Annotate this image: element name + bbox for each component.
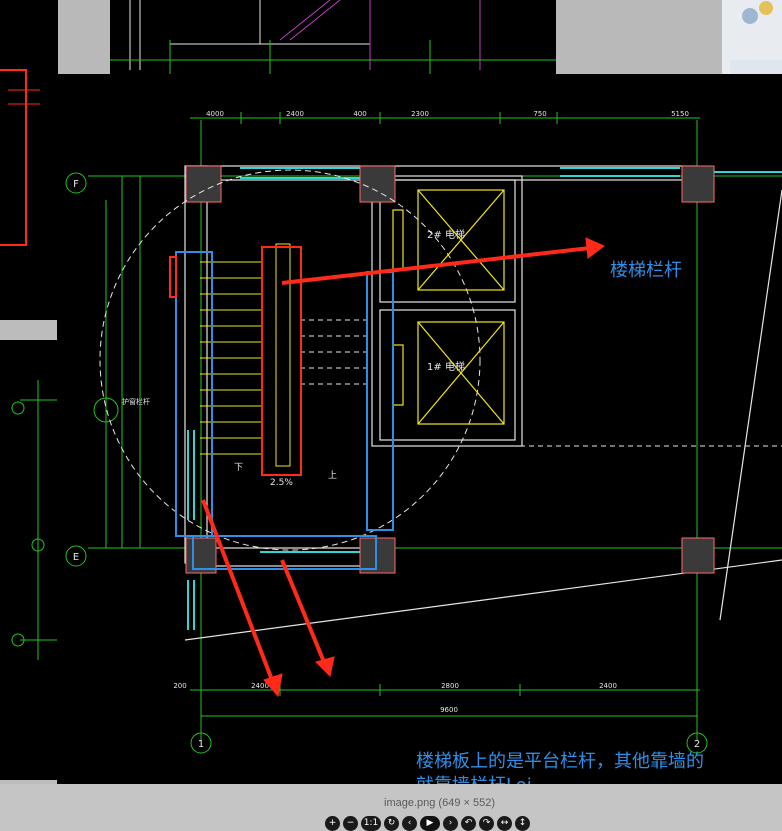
bottom-dim-3: 2800 <box>441 682 459 690</box>
window-railing-mark: 护窗栏杆 <box>122 397 150 406</box>
play-button[interactable]: ▶ <box>420 816 440 831</box>
flip-vertical-button[interactable]: ↕ <box>515 816 530 831</box>
top-dim-2: 2400 <box>286 110 304 118</box>
total-dim: 9600 <box>440 706 458 714</box>
grid-label-e: E <box>73 552 79 563</box>
cad-drawing-top <box>110 0 556 74</box>
zoom-in-button[interactable]: + <box>325 816 340 831</box>
actual-size-button[interactable]: 1:1 <box>361 816 381 831</box>
rotate-left-button[interactable]: ↶ <box>461 816 476 831</box>
rotate-right-button[interactable]: ↷ <box>479 816 494 831</box>
top-dim-3: 400 <box>353 110 366 118</box>
elevator-2-label: 2# 电梯 <box>427 228 465 241</box>
bottom-dim-4: 2400 <box>599 682 617 690</box>
top-dim-6: 5150 <box>671 110 689 118</box>
top-dim-5: 750 <box>533 110 546 118</box>
bottom-dim-1: 200 <box>173 682 186 690</box>
railing-label: 楼梯栏杆 <box>610 260 682 281</box>
grid-label-2: 2 <box>694 739 700 750</box>
grid-label-1: 1 <box>198 739 204 750</box>
stair-down-mark: 下 <box>234 463 243 473</box>
next-button[interactable]: › <box>443 816 458 831</box>
viewer-toolbar: + − 1:1 ↻ ‹ ▶ › ↶ ↷ ↔ ↕ <box>325 816 530 831</box>
medal-icon <box>742 1 773 24</box>
stair-up-mark: 上 <box>328 470 337 481</box>
cad-drawing-left <box>0 0 58 320</box>
top-dim-1: 4000 <box>206 110 224 118</box>
reset-button[interactable]: ↻ <box>384 816 399 831</box>
side-panel-widget <box>730 60 782 74</box>
cad-drawing-main: F E 1 2 4000 2400 400 2300 750 5150 200 … <box>57 74 782 784</box>
elevator-1-label: 1# 电梯 <box>427 360 465 373</box>
top-dim-4: 2300 <box>411 110 429 118</box>
zoom-out-button[interactable]: − <box>343 816 358 831</box>
image-caption: image.png (649 × 552) <box>384 797 495 809</box>
flip-horizontal-button[interactable]: ↔ <box>497 816 512 831</box>
railing-note-line1: 楼梯板上的是平台栏杆，其他靠墙的 <box>416 751 704 772</box>
cad-drawing-left-lower <box>0 340 58 780</box>
slope-mark: 2.5% <box>270 478 293 488</box>
grid-label-f: F <box>73 179 79 190</box>
prev-button[interactable]: ‹ <box>402 816 417 831</box>
